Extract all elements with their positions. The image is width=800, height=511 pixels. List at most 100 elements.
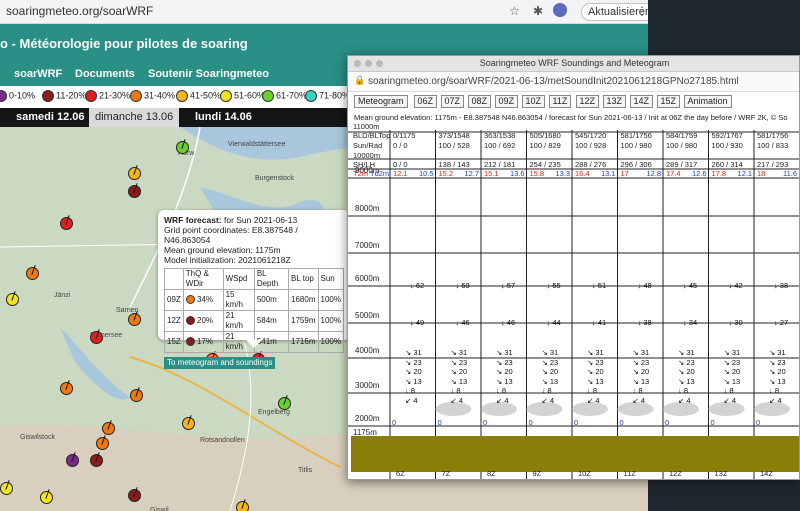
sun-rad-value: 0 / 0 xyxy=(393,141,408,150)
popup-cell: 15 km/h xyxy=(222,289,255,311)
t2m-value: 15.8 xyxy=(529,169,545,178)
grid-point-marker[interactable] xyxy=(128,489,141,502)
time-button[interactable]: 14Z xyxy=(629,95,654,108)
ground-value: 0 xyxy=(665,418,670,427)
url-text[interactable]: soaringmeteo.org/soarWRF xyxy=(6,4,153,18)
time-button[interactable]: 10Z xyxy=(521,95,546,108)
time-axis-label: 12Z xyxy=(669,469,682,478)
map-place-label: Engelberg xyxy=(258,409,290,416)
wind-barb-low: ↘ 13 xyxy=(723,376,741,386)
ground-value: 0 xyxy=(619,418,624,427)
profile-avatar[interactable] xyxy=(553,3,567,17)
wind-barb-low: ↘ 23 xyxy=(769,357,786,367)
legend-item: 51-60% xyxy=(220,90,265,102)
wind-barb-low: ↙ 4 xyxy=(769,395,782,405)
wind-barb-low: ↙ 4 xyxy=(632,395,646,405)
time-button[interactable]: 15Z xyxy=(656,95,681,108)
altitude-label: 2000m xyxy=(355,414,380,423)
wind-barb-low: ↙ 4 xyxy=(405,395,418,405)
grid-point-marker[interactable] xyxy=(60,382,73,395)
bookmark-star-icon[interactable]: ☆ xyxy=(509,4,520,18)
legend-item: 31-40% xyxy=(130,90,175,102)
ground-terrain xyxy=(351,436,799,472)
time-button[interactable]: 07Z xyxy=(440,95,465,108)
grid-point-marker[interactable] xyxy=(176,141,189,154)
bld-bltop-value: 581/1756 xyxy=(757,131,789,140)
grid-point-marker[interactable] xyxy=(66,454,79,467)
wind-barb-5000: ↓ 44 xyxy=(546,318,561,327)
popup-cell: 17% xyxy=(182,331,224,353)
time-button[interactable]: 11Z xyxy=(548,95,572,108)
t2m-value: 17.8 xyxy=(711,169,727,178)
wind-barb-low: ↘ 31 xyxy=(769,348,786,357)
map-place-label: Giswilstock xyxy=(20,434,56,441)
td2m-value: 13.6 xyxy=(510,169,525,178)
bld-bltop-value: 545/1720 xyxy=(575,131,607,140)
grid-point-marker[interactable] xyxy=(128,185,141,198)
time-button[interactable]: Meteogram xyxy=(354,95,408,108)
wind-barb-low: ↓ 8 xyxy=(678,386,689,395)
lock-icon: 🔒 xyxy=(354,75,366,85)
ground-elevation-label: 1175m xyxy=(353,428,377,437)
window-url[interactable]: 🔒 soaringmeteo.org/soarWRF/2021-06-13/me… xyxy=(348,72,799,92)
soundings-window: Soaringmeteo WRF Soundings and Meteogram… xyxy=(347,55,800,480)
legend-item: 21-30% xyxy=(85,90,130,102)
wind-barb-6000: ↓ 59 xyxy=(455,281,470,290)
window-titlebar[interactable]: Soaringmeteo WRF Soundings and Meteogram xyxy=(348,56,799,72)
row-label-td2m: Td2m xyxy=(370,169,390,178)
wind-barb-low: ↘ 20 xyxy=(587,367,604,376)
time-button[interactable]: 13Z xyxy=(602,95,627,108)
nav-support[interactable]: Soutenir Soaringmeteo xyxy=(148,68,269,80)
grid-point-marker[interactable] xyxy=(6,293,19,306)
tab-samedi[interactable]: samedi 12.06 xyxy=(10,108,91,127)
time-button[interactable]: 08Z xyxy=(467,95,492,108)
time-button[interactable]: Animation xyxy=(683,95,732,108)
extensions-icon[interactable]: ✱ xyxy=(533,4,543,18)
time-button[interactable]: 06Z xyxy=(413,95,438,108)
grid-point-marker[interactable] xyxy=(0,482,13,495)
grid-point-marker[interactable] xyxy=(128,313,141,326)
address-bar[interactable]: soaringmeteo.org/soarWRF ☆ ✱ Aktualisier… xyxy=(0,0,648,24)
menu-dots-icon[interactable]: ⋮ xyxy=(636,4,648,18)
grid-point-marker[interactable] xyxy=(96,437,109,450)
nav-documents[interactable]: Documents xyxy=(75,68,135,80)
wind-barb-5000: ↓ 49 xyxy=(410,318,425,327)
sun-rad-value: 100 / 829 xyxy=(529,141,561,150)
ground-value: 0 xyxy=(528,418,533,427)
grid-point-marker[interactable] xyxy=(236,501,249,511)
grid-point-marker[interactable] xyxy=(40,491,53,504)
grid-point-marker[interactable] xyxy=(26,267,39,280)
wind-barb-low: ↘ 20 xyxy=(541,367,559,376)
wind-barb-low: ↘ 13 xyxy=(678,376,695,386)
wind-barb-low: ↓ 8 xyxy=(541,386,552,395)
tab-lundi[interactable]: lundi 14.06 xyxy=(189,108,258,127)
popup-elevation: Mean ground elevation: 1175m xyxy=(164,245,281,255)
nav-soarwrf[interactable]: soarWRF xyxy=(14,68,62,80)
grid-point-marker[interactable] xyxy=(182,417,195,430)
grid-point-marker[interactable] xyxy=(102,422,115,435)
time-button[interactable]: 12Z xyxy=(575,95,600,108)
time-button[interactable]: 09Z xyxy=(494,95,519,108)
grid-point-marker[interactable] xyxy=(90,454,103,467)
wind-barb-low: ↓ 8 xyxy=(450,386,461,395)
wind-barb-5000: ↓ 34 xyxy=(683,318,698,327)
wind-barb-low: ↘ 20 xyxy=(769,367,786,376)
wind-barb-low: ↙ 4 xyxy=(587,395,600,405)
popup-column-header: ThQ & WDir xyxy=(182,268,224,290)
meteogram-link[interactable]: To meteogram and soundings xyxy=(164,357,276,369)
wind-barb-low: ↙ 4 xyxy=(450,395,464,405)
tab-dimanche[interactable]: dimanche 13.06 xyxy=(89,108,180,127)
popup-cell: 12Z xyxy=(164,310,184,332)
grid-point-marker[interactable] xyxy=(130,389,143,402)
grid-point-marker[interactable] xyxy=(60,217,73,230)
popup-column-header: BL Depth xyxy=(253,268,290,290)
grid-point-marker[interactable] xyxy=(90,331,103,344)
wind-barb-low: ↘ 31 xyxy=(541,348,559,357)
sh-lh-value: 0 / 0 xyxy=(393,160,408,169)
grid-point-marker[interactable] xyxy=(128,167,141,180)
wind-barb-6000: ↓ 55 xyxy=(546,281,561,290)
wind-barb-low: ↓ 8 xyxy=(723,386,734,395)
popup-grid-coords: Grid point coordinates: E8.387548 / N46.… xyxy=(164,225,298,245)
wind-barb-low: ↘ 13 xyxy=(450,376,468,386)
grid-point-marker[interactable] xyxy=(278,397,291,410)
